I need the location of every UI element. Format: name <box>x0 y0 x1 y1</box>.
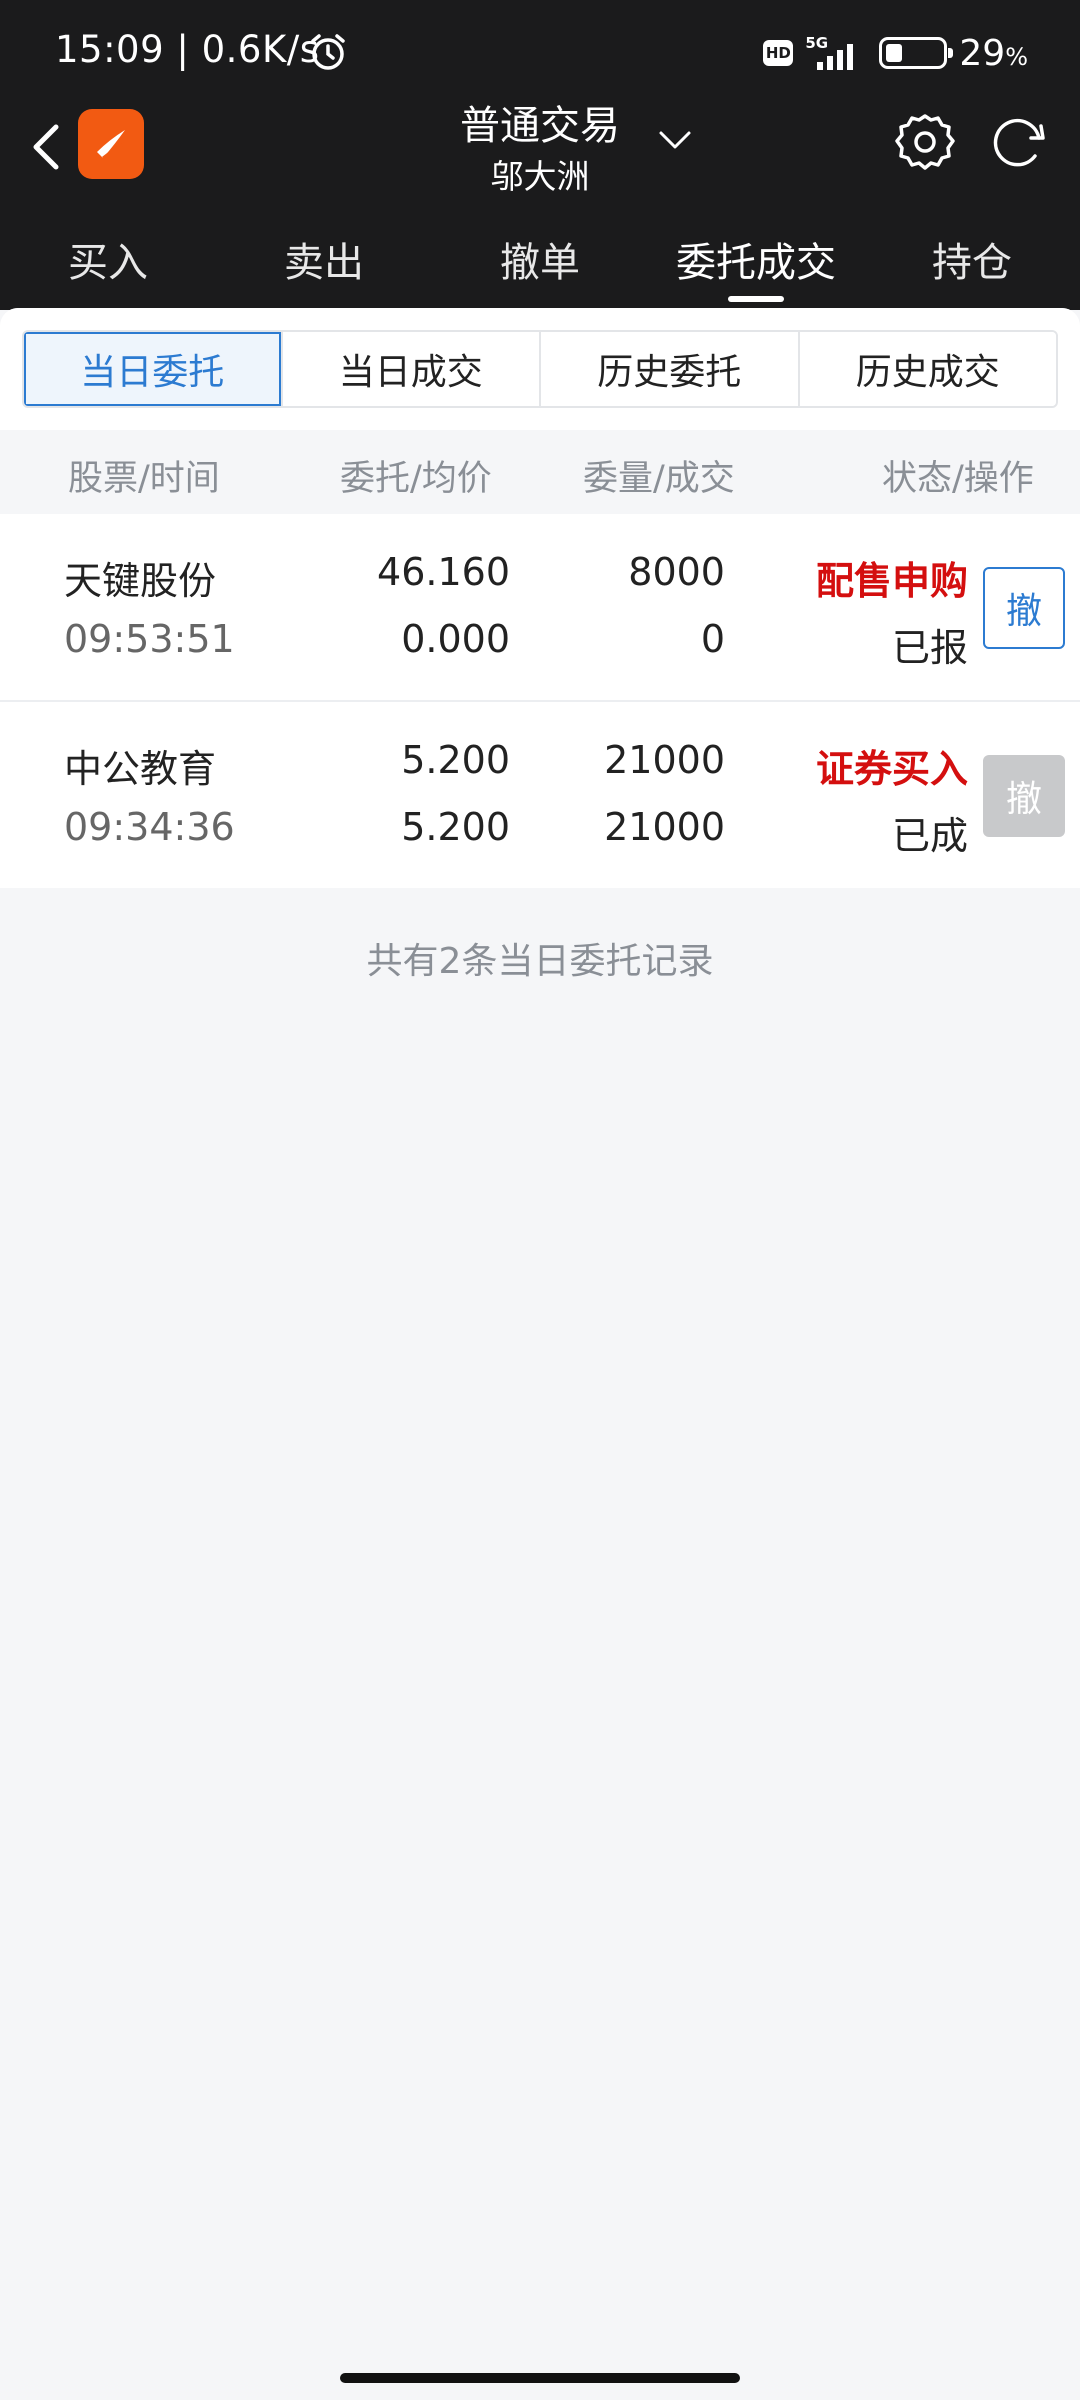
subtab-today-deals[interactable]: 当日成交 <box>280 332 539 406</box>
table-row[interactable]: 天键股份 09:53:51 46.160 0.000 8000 0 配售申购 已… <box>0 514 1080 700</box>
status-bar: 15:09 | 0.6K/s HD 5G 29% <box>0 0 1080 105</box>
record-count: 共有2条当日委托记录 <box>366 941 714 982</box>
stock-name: 中公教育 <box>64 747 217 791</box>
sub-tabs: 当日委托 当日成交 历史委托 历史成交 <box>22 330 1058 408</box>
avg-price: 5.200 <box>401 805 510 849</box>
order-time: 09:34:36 <box>64 805 235 849</box>
status-time: 15:09 | 0.6K/s <box>55 28 320 71</box>
refresh-icon[interactable] <box>985 110 1051 176</box>
filled-qty: 21000 <box>604 805 725 849</box>
order-state: 已报 <box>891 626 968 670</box>
cancel-order-button[interactable]: 撤 <box>983 567 1065 649</box>
stock-name: 天键股份 <box>64 559 217 603</box>
table-header: 股票/时间 委托/均价 委量/成交 状态/操作 <box>0 430 1080 514</box>
battery-percent: 29% <box>959 32 1028 74</box>
gear-icon[interactable] <box>892 110 958 176</box>
hd-badge: HD <box>763 40 794 66</box>
battery-icon <box>879 37 954 69</box>
order-time: 09:53:51 <box>64 617 235 661</box>
subtab-history-orders[interactable]: 历史委托 <box>539 332 798 406</box>
app-header: 普通交易 邬大洲 <box>0 103 1080 215</box>
order-qty: 21000 <box>604 738 725 782</box>
order-qty: 8000 <box>628 550 725 594</box>
order-state: 已成 <box>891 814 968 858</box>
main-tabs: 买入 卖出 撤单 委托成交 持仓 <box>0 220 1080 310</box>
cancel-order-button-disabled: 撤 <box>983 755 1065 837</box>
sub-tab-bar: 当日委托 当日成交 历史委托 历史成交 <box>0 308 1080 430</box>
chevron-down-icon[interactable] <box>655 125 695 155</box>
home-indicator[interactable] <box>340 2373 740 2383</box>
tab-buy[interactable]: 买入 <box>0 220 216 310</box>
order-type: 证券买入 <box>815 747 968 791</box>
tab-orders[interactable]: 委托成交 <box>648 220 864 310</box>
col-order-avg: 委托/均价 <box>340 459 492 499</box>
subtab-today-orders[interactable]: 当日委托 <box>24 332 281 406</box>
order-type: 配售申购 <box>815 559 968 603</box>
order-price: 5.200 <box>401 738 510 782</box>
subtab-history-deals[interactable]: 历史成交 <box>797 332 1056 406</box>
top-bar: 15:09 | 0.6K/s HD 5G 29% 普通交易 邬大洲 买入 卖出 … <box>0 0 1080 310</box>
order-price: 46.160 <box>377 550 510 594</box>
col-qty-deal: 委量/成交 <box>583 459 735 499</box>
filled-qty: 0 <box>700 617 725 661</box>
battery-level <box>886 44 903 62</box>
tab-cancel[interactable]: 撤单 <box>432 220 648 310</box>
avg-price: 0.000 <box>401 617 510 661</box>
table-row[interactable]: 中公教育 09:34:36 5.200 5.200 21000 21000 证券… <box>0 702 1080 888</box>
signal-icon: 5G <box>805 34 867 72</box>
col-stock-time: 股票/时间 <box>68 459 220 499</box>
content-panel: 当日委托 当日成交 历史委托 历史成交 股票/时间 委托/均价 委量/成交 状态… <box>0 308 1080 2400</box>
alarm-icon <box>311 34 345 70</box>
col-status-action: 状态/操作 <box>882 459 1034 499</box>
tab-sell[interactable]: 卖出 <box>216 220 432 310</box>
status-right: HD 5G 29% <box>763 28 1028 78</box>
tab-positions[interactable]: 持仓 <box>864 220 1080 310</box>
